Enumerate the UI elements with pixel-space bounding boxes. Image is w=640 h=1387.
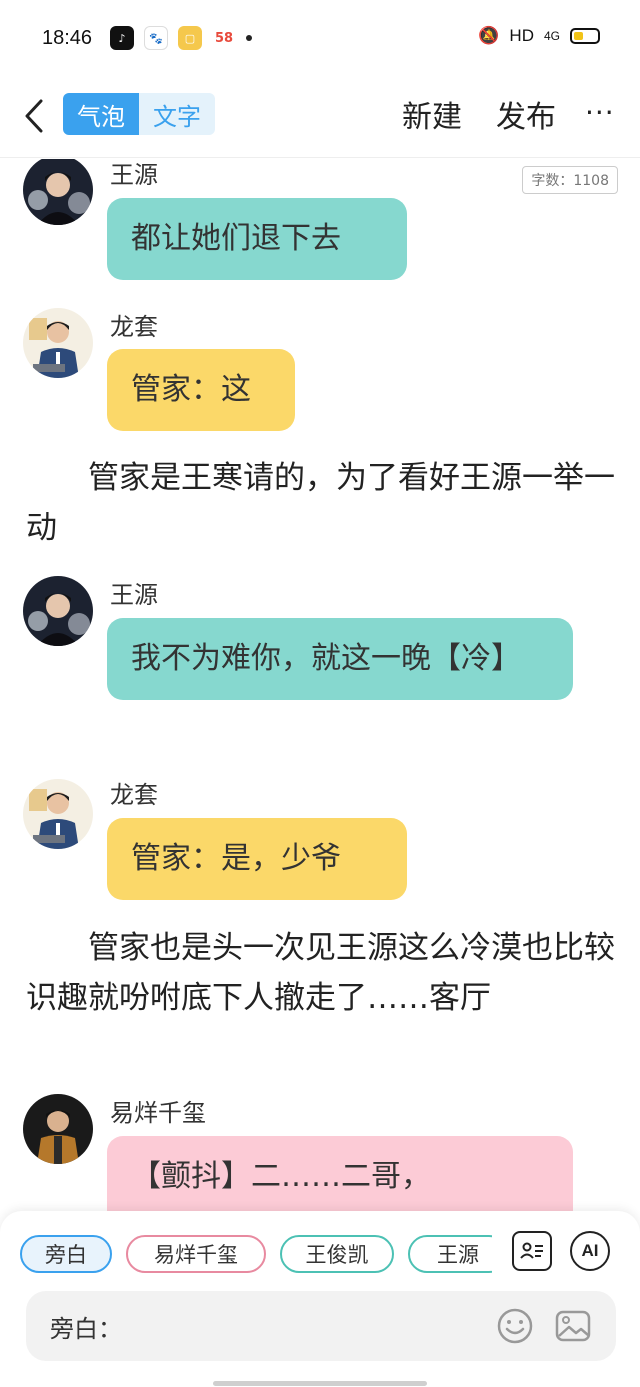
signal-icon: 4G — [543, 29, 560, 43]
baidu-icon: 🐾 — [144, 26, 168, 50]
word-count-badge: 字数：1108 — [522, 166, 618, 194]
chevron-left-icon — [25, 99, 43, 133]
input-role-label: 旁白： — [50, 1315, 122, 1343]
chat-bubble[interactable]: 管家：是，少爷 — [107, 818, 407, 900]
more-button[interactable]: ··· — [585, 96, 615, 129]
back-button[interactable] — [18, 96, 50, 136]
role-chip-wangyuan[interactable]: 王源 — [408, 1235, 492, 1273]
message-input[interactable] — [126, 1305, 476, 1345]
chat-bubble[interactable]: 都让她们退下去 — [107, 198, 407, 280]
battery-icon — [570, 28, 600, 44]
ai-button[interactable]: AI — [570, 1231, 610, 1271]
role-selector: 旁白 易烊千玺 王俊凯 王源 — [20, 1235, 492, 1277]
narration-text[interactable]: 管家是王寒请的，为了看好王源一举一动 — [26, 453, 616, 553]
avatar[interactable] — [23, 308, 93, 378]
contact-card-icon — [520, 1242, 543, 1259]
emoji-icon[interactable] — [496, 1307, 534, 1345]
sender-name: 易烊千玺 — [110, 1099, 206, 1127]
chat-bubble[interactable]: 我不为难你，就这一晚【冷】 — [107, 618, 573, 700]
publish-button[interactable]: 发布 — [496, 92, 556, 136]
mode-bubble-tab[interactable]: 气泡 — [63, 93, 139, 135]
narration-text[interactable]: 管家也是头一次见王源这么冷漠也比较识趣就吩咐底下人撤走了……客厅 — [26, 923, 616, 1023]
image-icon[interactable] — [554, 1307, 592, 1345]
status-app-icons: ♪ 🐾 ▢ 58 — [110, 26, 252, 50]
avatar[interactable] — [23, 576, 93, 646]
top-nav: 气泡 文字 新建 发布 ··· — [0, 78, 640, 158]
chat-bubble[interactable]: 【颤抖】二……二哥， — [107, 1136, 573, 1211]
network-type: HD — [509, 26, 534, 45]
avatar[interactable] — [23, 1094, 93, 1164]
mode-toggle: 气泡 文字 — [63, 93, 215, 135]
status-time: 18:46 — [42, 27, 93, 49]
role-chip-yiyang[interactable]: 易烊千玺 — [126, 1235, 266, 1273]
tiktok-icon: ♪ — [110, 26, 134, 50]
sender-name: 龙套 — [110, 313, 158, 341]
avatar[interactable] — [23, 159, 93, 225]
status-bar: 18:46 ♪ 🐾 ▢ 58 🔕 HD 4G — [0, 0, 640, 78]
contact-card-button[interactable] — [512, 1231, 552, 1271]
input-box: 旁白： — [26, 1291, 616, 1361]
new-button[interactable]: 新建 — [402, 92, 462, 136]
bell-off-icon: 🔕 — [478, 26, 500, 45]
chat-bubble[interactable]: 管家：这 — [107, 349, 295, 431]
notes-icon: ▢ — [178, 26, 202, 50]
58-icon: 58 — [212, 26, 236, 50]
role-chip-wangjunkai[interactable]: 王俊凯 — [280, 1235, 394, 1273]
chat-area[interactable]: 字数：1108 王源 都让她们退下去 龙套 管家：这 管家是王寒请的，为了看好王… — [0, 159, 640, 1211]
status-indicators: 🔕 HD 4G — [478, 26, 600, 46]
notification-dot — [246, 35, 252, 41]
sender-name: 龙套 — [110, 781, 158, 809]
sender-name: 王源 — [110, 161, 158, 189]
sender-name: 王源 — [110, 581, 158, 609]
mode-text-tab[interactable]: 文字 — [139, 93, 215, 135]
home-indicator[interactable] — [213, 1381, 427, 1386]
avatar[interactable] — [23, 779, 93, 849]
bottom-toolbar: 旁白 易烊千玺 王俊凯 王源 AI 旁白： — [0, 1211, 640, 1387]
role-chip-narrator[interactable]: 旁白 — [20, 1235, 112, 1273]
